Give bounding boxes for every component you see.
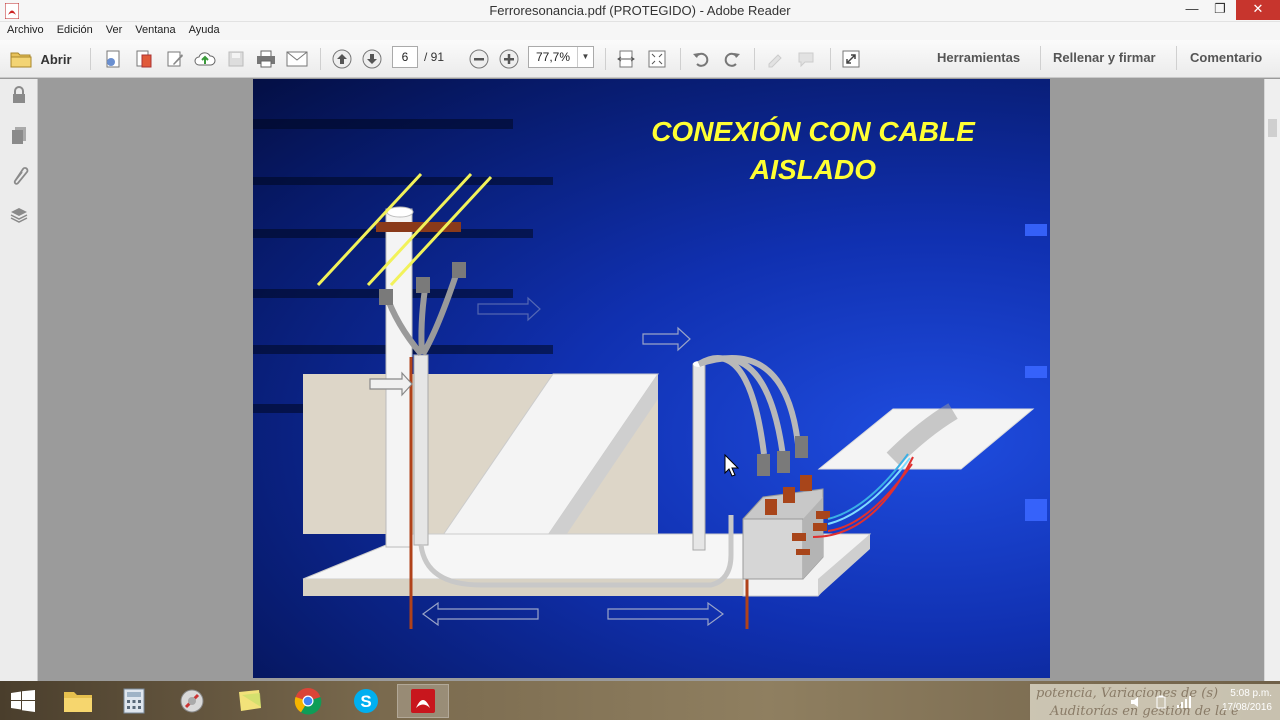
- arrow-down-circle-icon: [362, 49, 382, 69]
- fill-sign-link[interactable]: Rellenar y firmar: [1053, 50, 1156, 65]
- arrow-up-circle-icon: [332, 49, 352, 69]
- fit-width-button[interactable]: [614, 47, 638, 71]
- rotate-ccw-icon: [693, 52, 709, 67]
- folder-icon: [10, 52, 32, 68]
- open-button[interactable]: Abrir: [6, 47, 76, 71]
- windows-logo-icon: [11, 690, 35, 712]
- restore-button[interactable]: ❐: [1206, 0, 1234, 20]
- tools-link[interactable]: Herramientas: [937, 50, 1020, 65]
- save-button[interactable]: [224, 47, 248, 71]
- menu-archivo[interactable]: Archivo: [0, 22, 50, 36]
- plus-circle-icon: [499, 49, 519, 69]
- lock-icon[interactable]: [9, 85, 29, 105]
- previous-page-button[interactable]: [330, 47, 354, 71]
- title-bar: Ferroresonancia.pdf (PROTEGIDO) - Adobe …: [0, 0, 1280, 22]
- edit-pencil-icon: [167, 51, 183, 67]
- menu-ventana[interactable]: Ventana: [128, 22, 181, 36]
- cloud-upload-icon: [194, 52, 216, 66]
- open-label: Abrir: [40, 51, 72, 67]
- full-screen-button[interactable]: [839, 47, 863, 71]
- skype-icon: S: [354, 689, 378, 713]
- layers-icon[interactable]: [9, 205, 29, 225]
- tools-app-icon: [180, 689, 204, 713]
- expand-arrows-icon: [842, 50, 860, 68]
- close-button[interactable]: ✕: [1236, 0, 1280, 20]
- taskbar-skype[interactable]: S: [340, 684, 392, 718]
- battery-icon[interactable]: [1154, 695, 1168, 709]
- taskbar-calculator[interactable]: [108, 684, 160, 718]
- zoom-out-button[interactable]: [467, 47, 491, 71]
- chrome-icon: [294, 688, 322, 715]
- scrollbar-thumb[interactable]: [1268, 119, 1277, 137]
- printer-icon: [257, 50, 275, 68]
- highlight-button[interactable]: [763, 47, 787, 71]
- fit-width-icon: [617, 50, 635, 68]
- fit-page-button[interactable]: [645, 47, 669, 71]
- taskbar-adobe-reader[interactable]: [397, 684, 449, 718]
- highlight-icon: [768, 54, 782, 68]
- save-disk-icon: [228, 51, 244, 67]
- menu-edicion[interactable]: Edición: [50, 22, 99, 36]
- background-text-2: Auditorías en gestión de la e: [1050, 704, 1239, 719]
- clock-time: 5:08 p.m.: [1230, 688, 1272, 699]
- minus-circle-icon: [469, 49, 489, 69]
- vertical-scrollbar[interactable]: [1264, 79, 1280, 681]
- svg-text:S: S: [360, 692, 371, 711]
- page-number-input[interactable]: 6: [392, 46, 418, 68]
- pages-icon[interactable]: [9, 125, 29, 145]
- sticky-note-icon: [798, 52, 814, 68]
- page-total: / 91: [424, 50, 445, 64]
- clock-date: 17/08/2016: [1221, 702, 1272, 713]
- menu-ayuda[interactable]: Ayuda: [182, 22, 226, 36]
- taskbar-sticky-notes[interactable]: [224, 684, 276, 718]
- zoom-value: 77,7%: [536, 50, 571, 64]
- upload-button[interactable]: [193, 47, 217, 71]
- window-title: Ferroresonancia.pdf (PROTEGIDO) - Adobe …: [489, 3, 791, 18]
- menu-bar: Archivo Edición Ver Ventana Ayuda: [0, 22, 1280, 40]
- slide-title: CONEXIÓN CON CABLE AISLADO: [651, 116, 975, 185]
- menu-ver[interactable]: Ver: [99, 22, 129, 36]
- sticky-notes-icon: [239, 690, 261, 711]
- minimize-button[interactable]: —: [1178, 0, 1206, 20]
- combine-button[interactable]: [132, 47, 156, 71]
- start-button[interactable]: [0, 684, 46, 718]
- left-nav-panel: [0, 79, 38, 681]
- zoom-select[interactable]: 77,7% ▼: [528, 46, 594, 68]
- clock[interactable]: 5:08 p.m. 17/08/2016: [1222, 687, 1272, 715]
- rotate-cw-icon: [724, 52, 740, 67]
- print-button[interactable]: [254, 47, 278, 71]
- taskbar-app[interactable]: [166, 684, 218, 718]
- comment-link[interactable]: Comentario: [1190, 50, 1262, 65]
- taskbar-chrome[interactable]: [282, 684, 334, 718]
- pdf-page: CONEXIÓN CON CABLE AISLADO: [253, 79, 1050, 678]
- edit-button[interactable]: [163, 47, 187, 71]
- create-pdf-icon: [106, 50, 120, 68]
- fit-page-icon: [648, 50, 666, 68]
- folder-icon: [64, 692, 92, 712]
- combine-files-icon: [136, 50, 152, 68]
- next-page-button[interactable]: [360, 47, 384, 71]
- network-signal-icon[interactable]: [1176, 695, 1192, 709]
- calculator-icon: [123, 688, 145, 714]
- system-tray: potencia, Variaciones de (s) Auditorías …: [1030, 684, 1280, 720]
- create-pdf-button[interactable]: [101, 47, 125, 71]
- zoom-in-button[interactable]: [497, 47, 521, 71]
- sticky-note-button[interactable]: [794, 47, 818, 71]
- paperclip-icon[interactable]: [9, 165, 29, 185]
- chevron-down-icon[interactable]: ▼: [577, 47, 593, 67]
- speaker-icon[interactable]: [1130, 695, 1144, 709]
- taskbar-file-explorer[interactable]: [52, 684, 104, 718]
- envelope-icon: [286, 51, 308, 67]
- email-button[interactable]: [285, 47, 309, 71]
- adobe-reader-icon: [411, 689, 435, 713]
- rotate-right-button[interactable]: [720, 47, 744, 71]
- rotate-left-button[interactable]: [689, 47, 713, 71]
